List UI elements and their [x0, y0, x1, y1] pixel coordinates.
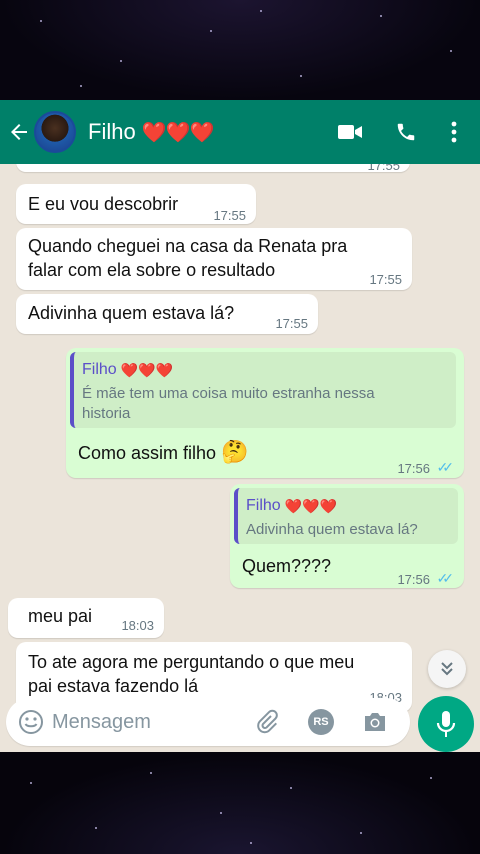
quoted-text: Adivinha quem estava lá?	[246, 521, 418, 538]
message-text-line-1: Quando cheguei na casa da Renata pra	[28, 236, 348, 256]
message-time: 17:55	[275, 316, 308, 331]
quoted-sender-name: Filho	[246, 497, 281, 514]
video-call-icon[interactable]	[330, 112, 370, 152]
contact-name[interactable]: Filho ❤️❤️❤️	[88, 119, 314, 145]
starfield-bottom	[0, 752, 480, 854]
camera-icon[interactable]	[362, 711, 388, 733]
message-text: Quem????	[242, 556, 332, 576]
message-time: 18:03	[121, 618, 154, 633]
message-time: 17:56	[397, 461, 430, 476]
message-text: E eu vou descobrir	[28, 194, 179, 214]
back-arrow-icon[interactable]	[4, 117, 34, 147]
microphone-icon	[436, 711, 456, 737]
quoted-hearts-emoji: ❤️❤️❤️	[120, 362, 173, 378]
contact-avatar[interactable]	[34, 111, 76, 153]
scroll-to-bottom-button[interactable]	[428, 650, 466, 688]
voice-call-icon[interactable]	[386, 112, 426, 152]
emoji-icon[interactable]	[18, 709, 44, 735]
message-text-line-2: pai estava fazendo lá	[28, 676, 199, 696]
chat-header: Filho ❤️❤️❤️	[0, 100, 480, 164]
message-bubble-in[interactable]: meu pai 18:03	[8, 598, 164, 638]
message-text: meu pai	[28, 606, 93, 626]
message-time: 17:55	[213, 208, 246, 223]
message-bubble-in[interactable]: Quando cheguei na casa da Renata pra fal…	[16, 228, 412, 290]
starfield-top	[0, 0, 480, 100]
hearts-emoji: ❤️❤️❤️	[141, 121, 215, 144]
message-text: Como assim filho 🤔	[78, 440, 248, 465]
mic-button[interactable]	[418, 696, 474, 752]
message-list[interactable]: 17:55 E eu vou descobrir 17:55 Quando ch…	[0, 150, 480, 752]
thinking-face-emoji: 🤔	[221, 439, 249, 464]
message-bubble-in[interactable]: E eu vou descobrir 17:55	[16, 184, 256, 224]
attach-clip-icon[interactable]	[254, 709, 280, 735]
message-input[interactable]	[52, 710, 242, 734]
quoted-message[interactable]: Filho ❤️❤️❤️ Adivinha quem estava lá?	[234, 488, 458, 544]
message-bubble-out[interactable]: Filho ❤️❤️❤️ Adivinha quem estava lá? Qu…	[230, 484, 464, 588]
read-double-check-icon: ✓✓	[436, 570, 455, 586]
message-text-line-2: falar com ela sobre o resultado	[28, 260, 276, 280]
contact-name-text: Filho	[88, 119, 136, 144]
message-text-line-1: To ate agora me perguntando o que meu	[28, 652, 355, 672]
double-chevron-down-icon	[441, 662, 453, 676]
composer-bar: RS	[0, 696, 480, 752]
read-double-check-icon: ✓✓	[436, 459, 455, 475]
message-bubble-out[interactable]: Filho ❤️❤️❤️ É mãe tem uma coisa muito e…	[66, 348, 464, 478]
message-bubble-in[interactable]: Adivinha quem estava lá? 17:55	[16, 294, 318, 334]
message-time: 17:55	[369, 272, 402, 287]
more-options-icon[interactable]	[434, 112, 474, 152]
message-text-content: Como assim filho	[78, 443, 217, 463]
payment-rs-icon[interactable]: RS	[308, 709, 334, 735]
quoted-text-line-2: historia	[82, 405, 131, 422]
quoted-hearts-emoji: ❤️❤️❤️	[284, 498, 337, 514]
message-time: 17:56	[397, 572, 430, 587]
quoted-sender-name: Filho	[82, 361, 117, 378]
message-input-container[interactable]: RS	[6, 698, 410, 746]
chat-screen: Filho ❤️❤️❤️ 17:55 E eu vou descobrir 17…	[0, 100, 480, 752]
quoted-message[interactable]: Filho ❤️❤️❤️ É mãe tem uma coisa muito e…	[70, 352, 456, 428]
quoted-text-line-1: É mãe tem uma coisa muito estranha nessa	[82, 385, 375, 402]
message-text: Adivinha quem estava lá?	[28, 303, 235, 323]
